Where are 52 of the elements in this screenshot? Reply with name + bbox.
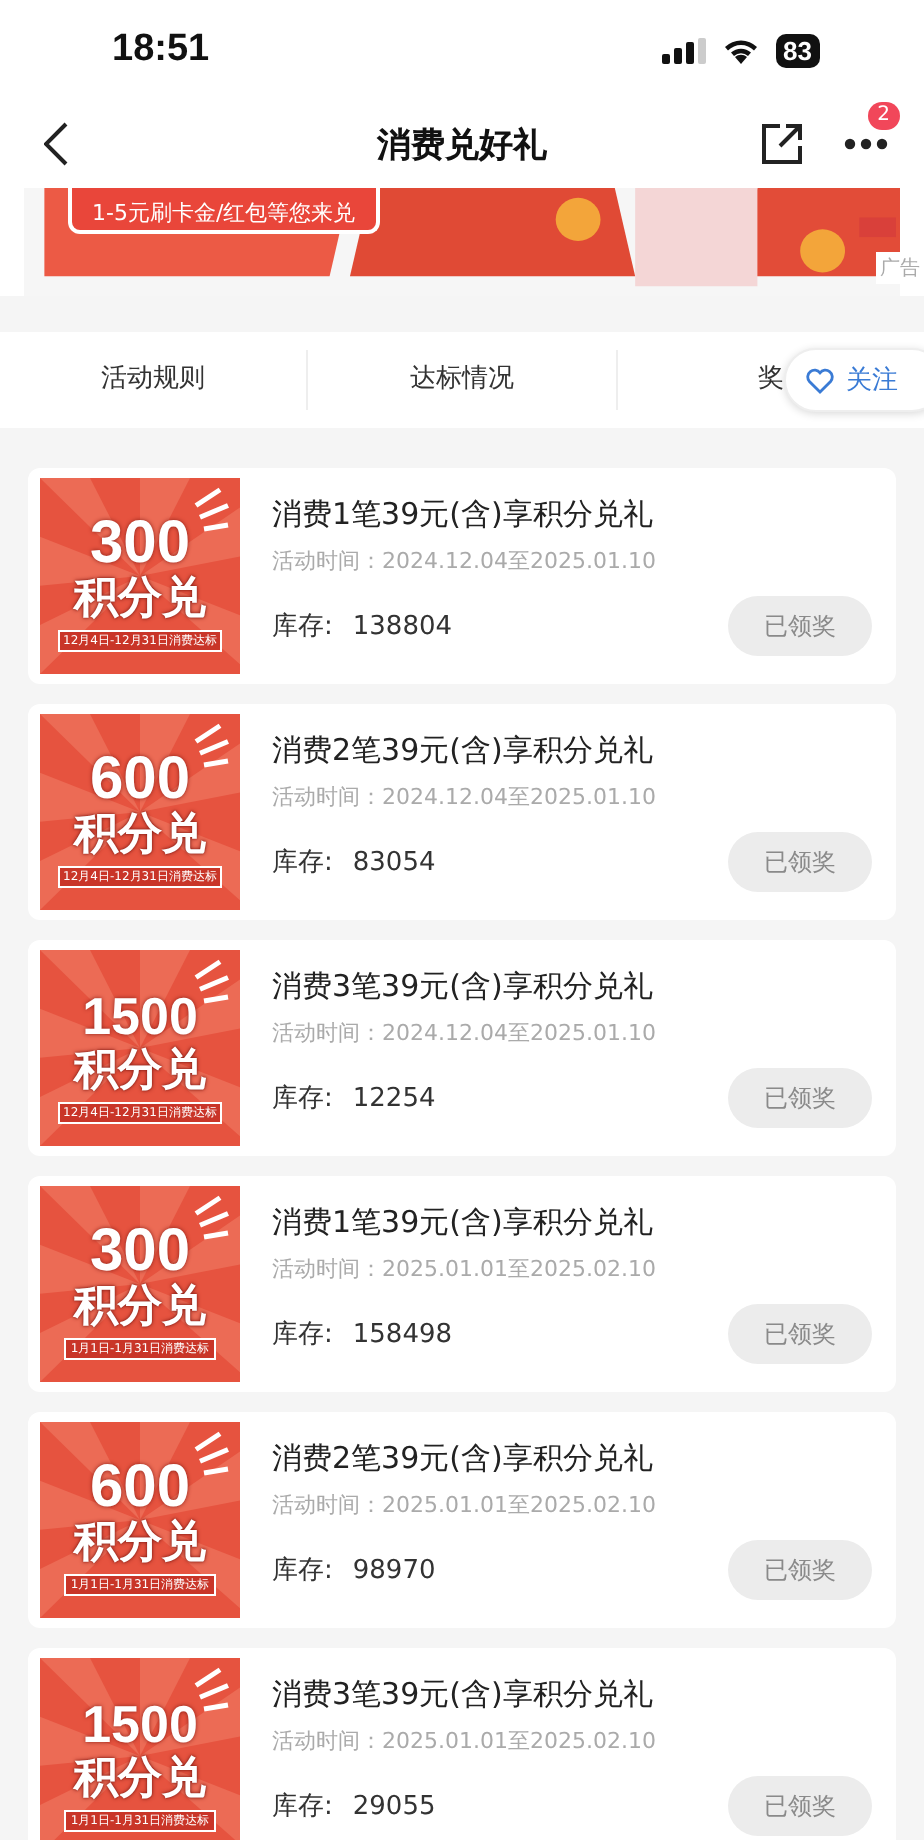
activity-time: 活动时间：2024.12.04至2025.01.10 (272, 1018, 658, 1048)
thumbnail-caption: 积分兑 (74, 809, 206, 861)
stock-count: 98970 (352, 1555, 436, 1585)
heart-icon (806, 367, 834, 393)
battery-level: 83 (775, 33, 820, 67)
stock-label: 库存: (272, 1790, 333, 1824)
ad-label: 广告 (876, 252, 924, 284)
offer-title: 消费2笔39元(含)享积分兑礼 (272, 1440, 655, 1478)
offer-title: 消费3笔39元(含)享积分兑礼 (272, 1676, 655, 1714)
activity-time: 活动时间：2024.12.04至2025.01.10 (272, 782, 658, 812)
page-title: 消费兑好礼 (375, 123, 549, 167)
points-amount: 300 (89, 1221, 191, 1281)
wifi-icon (721, 36, 760, 64)
points-amount: 300 (89, 513, 191, 573)
thumbnail-caption: 积分兑 (74, 1281, 206, 1333)
offer-title: 消费3笔39元(含)享积分兑礼 (272, 968, 655, 1006)
stock-count: 12254 (352, 1083, 436, 1113)
offer-title: 消费1笔39元(含)享积分兑礼 (272, 1204, 655, 1242)
stock-count: 158498 (352, 1319, 453, 1349)
thumbnail-caption: 积分兑 (74, 1517, 206, 1569)
stock-label: 库存: (272, 846, 333, 880)
stock-label: 库存: (272, 1082, 333, 1116)
points-amount: 1500 (82, 1693, 198, 1753)
thumbnail-caption: 积分兑 (74, 1045, 206, 1097)
follow-button[interactable]: 关注 (784, 348, 924, 412)
stock-count: 138804 (352, 611, 453, 641)
status-time: 18:51 (112, 28, 210, 72)
tab[interactable]: 奖 (757, 364, 784, 394)
tab[interactable]: 达标情况 (409, 364, 514, 394)
back-icon[interactable] (44, 122, 68, 166)
stock-label: 库存: (272, 1318, 333, 1352)
thumbnail-caption: 积分兑 (74, 573, 206, 625)
stock-label: 库存: (272, 1554, 333, 1588)
stock-label: 库存: (272, 610, 333, 644)
more-icon[interactable] (844, 138, 888, 150)
activity-time: 活动时间：2024.12.04至2025.01.10 (272, 546, 658, 576)
share-icon[interactable] (760, 122, 804, 166)
offer-title: 消费1笔39元(含)享积分兑礼 (272, 496, 655, 534)
notification-badge: 2 (867, 102, 900, 130)
offer-title: 消费2笔39元(含)享积分兑礼 (272, 732, 655, 770)
points-amount: 600 (89, 749, 191, 809)
signal-icon (661, 37, 706, 63)
points-amount: 1500 (82, 985, 198, 1045)
tab[interactable]: 活动规则 (101, 364, 206, 394)
activity-time: 活动时间：2025.01.01至2025.02.10 (272, 1726, 658, 1756)
thumbnail-caption: 积分兑 (74, 1753, 206, 1805)
points-amount: 600 (89, 1457, 191, 1517)
stock-count: 29055 (352, 1791, 436, 1821)
activity-time: 活动时间：2025.01.01至2025.02.10 (272, 1490, 658, 1520)
stock-count: 83054 (352, 847, 436, 877)
banner-slogan: 1-5元刷卡金/红包等您来兑 (92, 200, 356, 226)
activity-time: 活动时间：2025.01.01至2025.02.10 (272, 1254, 658, 1284)
